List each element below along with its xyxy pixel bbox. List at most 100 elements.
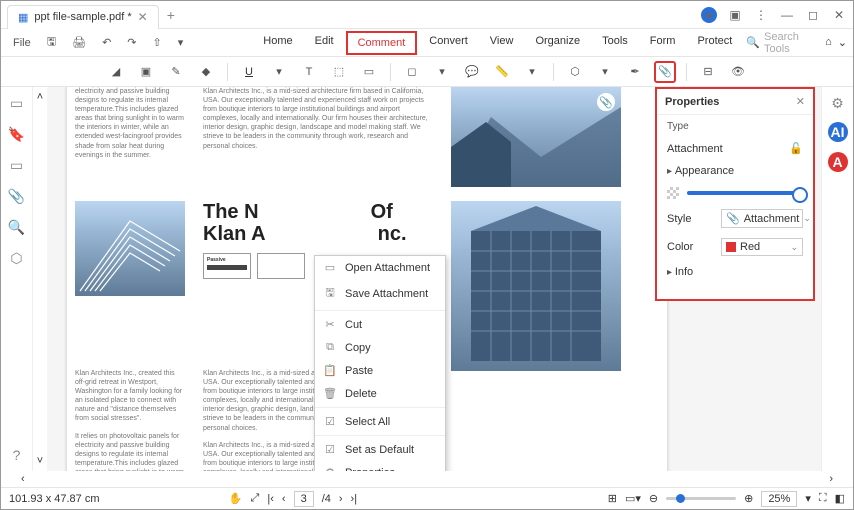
measure-icon[interactable]: 📏 xyxy=(491,61,513,83)
collapse-icon[interactable]: ⌄ xyxy=(838,36,847,49)
tab-convert[interactable]: Convert xyxy=(419,31,478,55)
menu-cut[interactable]: ✂Cut xyxy=(315,313,445,336)
menu-set-default[interactable]: ☑Set as Default xyxy=(315,438,445,461)
scroll-up-icon[interactable]: ˄ xyxy=(37,91,43,103)
ai-icon-2[interactable]: A xyxy=(828,152,848,172)
attachment-panel-icon[interactable]: 📎 xyxy=(8,188,25,205)
shape-icon[interactable]: ◻ xyxy=(401,61,423,83)
body-text: It relies on photovoltaic panels for ele… xyxy=(75,432,185,471)
text-icon[interactable]: T xyxy=(298,61,320,83)
zoom-value[interactable]: 25% xyxy=(761,491,797,507)
tab-view[interactable]: View xyxy=(480,31,524,55)
close-icon[interactable]: ✕ xyxy=(831,7,847,23)
find-icon[interactable]: 🔍 xyxy=(8,219,25,236)
redo-icon[interactable]: ↷ xyxy=(121,32,142,53)
opacity-slider[interactable] xyxy=(687,191,803,195)
scroll-right-icon[interactable]: › xyxy=(829,473,833,485)
zoom-out-icon[interactable]: ⊖ xyxy=(649,492,658,505)
reading-mode-icon[interactable]: ◧ xyxy=(835,492,845,505)
search-icon[interactable]: 🔍 xyxy=(746,36,760,49)
menu-properties[interactable]: ⚙Properties xyxy=(315,461,445,471)
attachment-icon[interactable]: 📎 xyxy=(654,61,676,83)
tab-home[interactable]: Home xyxy=(253,31,302,55)
bookmark-icon[interactable]: 🔖 xyxy=(8,126,25,143)
pencil-icon[interactable]: ✎ xyxy=(165,61,187,83)
menu-select-all[interactable]: ☑Select All xyxy=(315,410,445,433)
caret-down-icon[interactable]: ▾ xyxy=(268,61,290,83)
menu-copy[interactable]: ⧉Copy xyxy=(315,336,445,359)
scroll-left-icon[interactable]: ‹ xyxy=(21,473,25,485)
underline-icon[interactable]: U xyxy=(238,61,260,83)
textbox-icon[interactable]: ▭ xyxy=(358,61,380,83)
menu-delete[interactable]: 🗑Delete xyxy=(315,382,445,405)
menu-save-attachment[interactable]: 🖫Save Attachment xyxy=(315,279,445,308)
select-icon[interactable]: ⤢ xyxy=(251,492,260,505)
tab-comment[interactable]: Comment xyxy=(346,31,418,55)
panel-close-icon[interactable]: ✕ xyxy=(796,95,805,108)
zoom-in-icon[interactable]: ⊕ xyxy=(744,492,753,505)
scroll-rail: ˄ ˅ xyxy=(33,87,47,471)
tab-close-icon[interactable]: ✕ xyxy=(138,10,148,24)
last-page-icon[interactable]: ›| xyxy=(351,493,358,505)
hand-icon[interactable]: ✋ xyxy=(229,492,243,505)
help-icon[interactable]: ? xyxy=(13,447,21,463)
new-tab-button[interactable]: + xyxy=(167,7,175,23)
menu-open-attachment[interactable]: ▭Open Attachment xyxy=(315,256,445,279)
app-menu-icon[interactable]: ▣ xyxy=(727,7,743,23)
caret-down-icon[interactable]: ▾ xyxy=(431,61,453,83)
share-icon[interactable]: ⇧ xyxy=(147,32,168,53)
tab-organize[interactable]: Organize xyxy=(525,31,590,55)
tab-form[interactable]: Form xyxy=(640,31,686,55)
caret-down-icon[interactable]: ▾ xyxy=(594,61,616,83)
signature-icon[interactable]: ✒ xyxy=(624,61,646,83)
menu-paste[interactable]: 📋Paste xyxy=(315,359,445,382)
avatar[interactable]: ● xyxy=(701,7,717,23)
tab-edit[interactable]: Edit xyxy=(305,31,344,55)
expand-up-icon[interactable]: ⌂ xyxy=(825,36,832,49)
tab-protect[interactable]: Protect xyxy=(687,31,742,55)
ai-icon[interactable]: AI xyxy=(828,122,848,142)
prev-page-icon[interactable]: ‹ xyxy=(282,493,286,505)
thumbnails-icon[interactable]: ▭ xyxy=(10,95,23,112)
area-highlight-icon[interactable]: ▣ xyxy=(135,61,157,83)
dropdown-icon[interactable]: ▾ xyxy=(172,32,190,53)
settings-icon[interactable]: ⚙ xyxy=(831,95,844,112)
document-tab[interactable]: ▦ ppt file-sample.pdf * ✕ xyxy=(7,5,159,29)
image xyxy=(451,201,621,371)
fit-page-icon[interactable]: ⛶ xyxy=(819,492,827,505)
highlight-icon[interactable]: ◢ xyxy=(105,61,127,83)
caret-down-icon[interactable]: ▾ xyxy=(521,61,543,83)
callout-icon[interactable]: ⬚ xyxy=(328,61,350,83)
panel-title: Properties xyxy=(665,96,719,108)
lock-icon[interactable]: 🔓 xyxy=(789,142,803,155)
kebab-icon[interactable]: ⋮ xyxy=(753,7,769,23)
page-total: /4 xyxy=(322,493,331,505)
view-mode-icon[interactable]: ▭▾ xyxy=(625,492,641,505)
maximize-icon[interactable]: ◻ xyxy=(805,7,821,23)
attachment-annotation-icon[interactable]: 📎 xyxy=(597,93,615,111)
color-label: Color xyxy=(667,241,693,253)
undo-icon[interactable]: ↶ xyxy=(96,32,117,53)
comments-panel-icon[interactable]: ⊟ xyxy=(697,61,719,83)
opacity-icon xyxy=(667,187,679,199)
stamp-icon[interactable]: ⬡ xyxy=(564,61,586,83)
page-input[interactable]: 3 xyxy=(294,491,314,507)
file-menu[interactable]: File xyxy=(7,33,37,53)
fit-icon[interactable]: ⊞ xyxy=(608,492,617,505)
tab-tools[interactable]: Tools xyxy=(592,31,638,55)
eraser-icon[interactable]: ◆ xyxy=(195,61,217,83)
minimize-icon[interactable]: — xyxy=(779,7,795,23)
hide-icon[interactable]: 👁 xyxy=(727,61,749,83)
print-icon[interactable]: 🖨 xyxy=(66,32,92,53)
search-input[interactable]: Search Tools xyxy=(764,31,809,55)
note-icon[interactable]: 💬 xyxy=(461,61,483,83)
color-select[interactable]: Red⌄ xyxy=(721,238,803,256)
next-page-icon[interactable]: › xyxy=(339,493,343,505)
zoom-slider[interactable] xyxy=(666,497,736,500)
search-panel-icon[interactable]: ▭ xyxy=(10,157,23,174)
first-page-icon[interactable]: |‹ xyxy=(267,493,274,505)
scroll-down-icon[interactable]: ˅ xyxy=(37,455,43,467)
save-icon[interactable]: 🖫 xyxy=(41,29,62,56)
style-select[interactable]: 📎Attachment⌄ xyxy=(721,209,803,228)
layers-icon[interactable]: ⬡ xyxy=(10,250,22,267)
